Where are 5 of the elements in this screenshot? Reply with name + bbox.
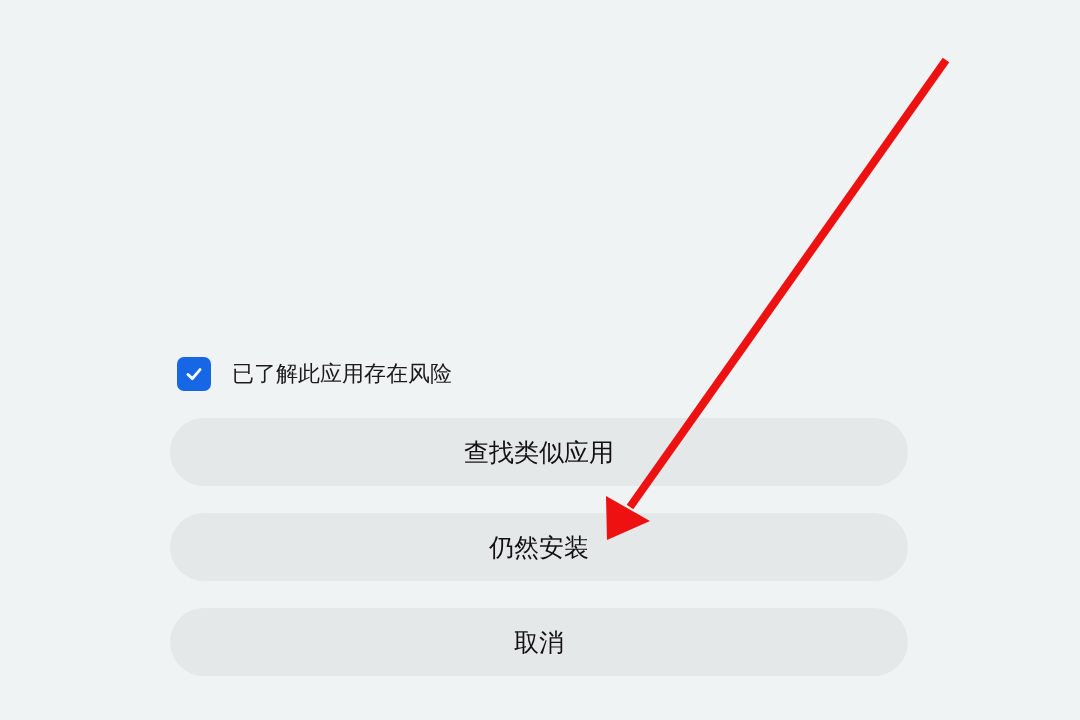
checkbox[interactable]	[177, 357, 211, 391]
checkbox-label: 已了解此应用存在风险	[232, 360, 452, 388]
action-button[interactable]: 仍然安装	[170, 513, 908, 581]
action-button[interactable]: 取消	[170, 608, 908, 676]
action-button[interactable]: 查找类似应用	[170, 418, 908, 486]
